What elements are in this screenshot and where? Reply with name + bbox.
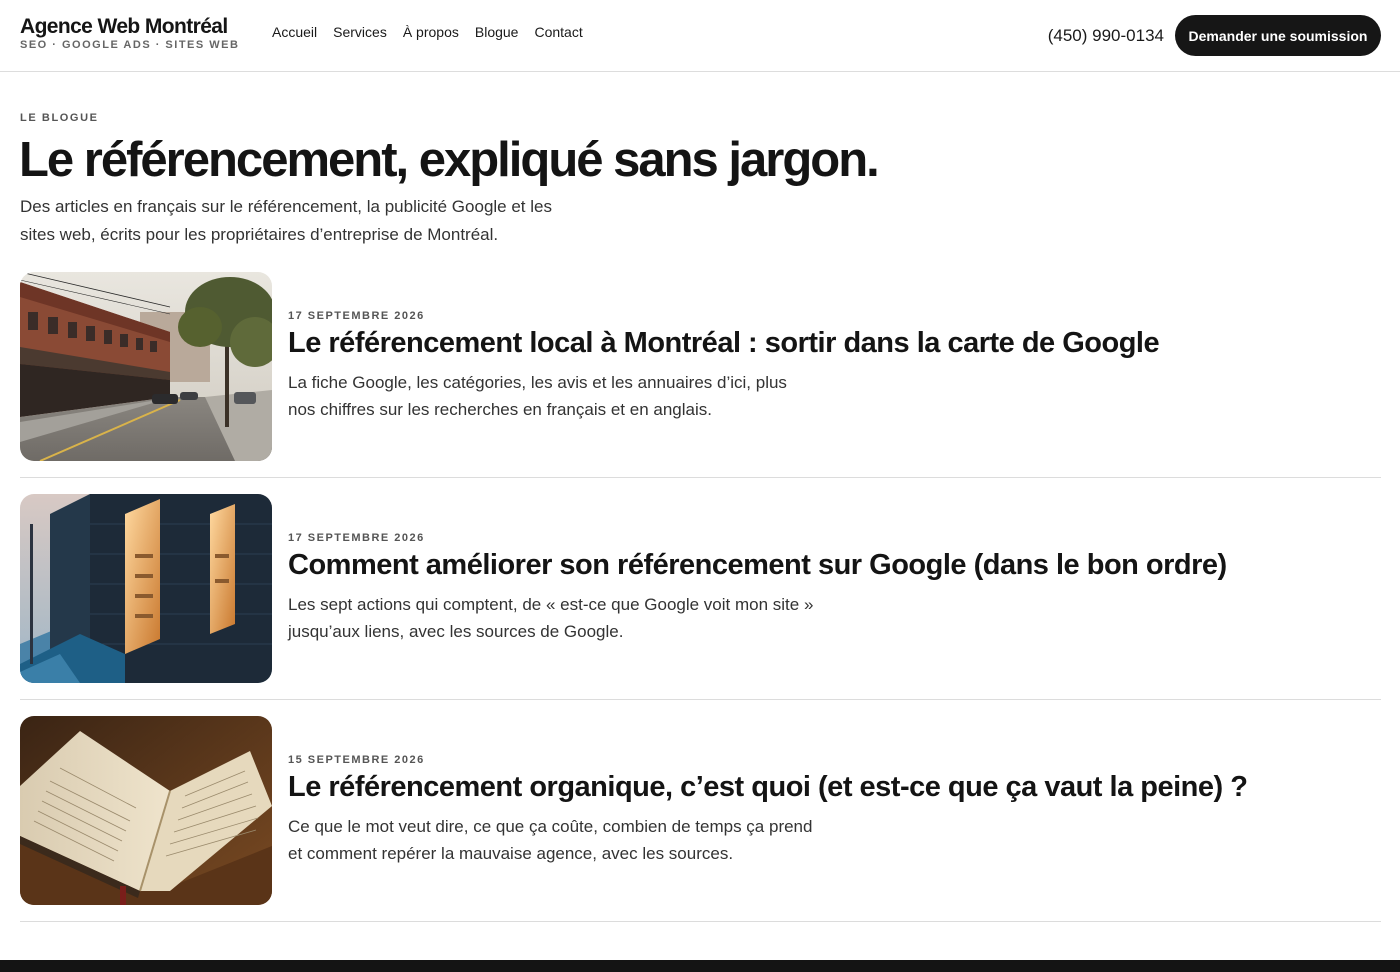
street-photo-icon[interactable] <box>20 272 272 461</box>
article-date: 17 SEPTEMBRE 2026 <box>288 532 425 544</box>
brand-logo[interactable]: Agence Web Montréal SEO · GOOGLE ADS · S… <box>20 14 239 52</box>
open-book-photo-icon[interactable] <box>20 716 272 905</box>
article-card[interactable]: 15 SEPTEMBRE 2026 Le référencement organ… <box>20 716 1381 922</box>
article-excerpt: Les sept actions qui comptent, de « est-… <box>288 595 814 641</box>
phone-link[interactable]: (450) 990-0134 <box>1048 26 1164 46</box>
article-excerpt: Ce que le mot veut dire, ce que ça coûte… <box>288 817 813 863</box>
page-lead: Des articles en français sur le référenc… <box>20 197 552 244</box>
brand-name: Agence Web Montréal <box>20 15 228 38</box>
request-quote-button[interactable]: Demander une soumission <box>1175 15 1381 56</box>
article-card[interactable]: 17 SEPTEMBRE 2026 Comment améliorer son … <box>20 494 1381 700</box>
article-title[interactable]: Comment améliorer son référencement sur … <box>288 548 1227 582</box>
storefront-photo-icon[interactable] <box>20 494 272 683</box>
article-title[interactable]: Le référencement local à Montréal : sort… <box>288 326 1160 360</box>
article-card[interactable]: 17 SEPTEMBRE 2026 Le référencement local… <box>20 272 1381 478</box>
article-title[interactable]: Le référencement organique, c’est quoi (… <box>288 770 1248 804</box>
nav-link-services[interactable]: Services <box>333 24 387 41</box>
nav-link-accueil[interactable]: Accueil <box>272 24 317 41</box>
article-excerpt: La fiche Google, les catégories, les avi… <box>288 373 787 419</box>
nav-link-blogue[interactable]: Blogue <box>475 24 519 41</box>
page-title: Le référencement, expliqué sans jargon. <box>19 133 880 187</box>
blog-eyebrow: LE BLOGUE <box>20 112 99 124</box>
nav-link-contact[interactable]: Contact <box>534 24 582 41</box>
footer-strip <box>0 960 1400 972</box>
main-nav: Accueil Services À propos Blogue Contact <box>272 24 599 41</box>
nav-link-a-propos[interactable]: À propos <box>403 24 459 41</box>
site-header: Agence Web Montréal SEO · GOOGLE ADS · S… <box>0 0 1400 72</box>
brand-tagline: SEO · GOOGLE ADS · SITES WEB <box>20 39 240 51</box>
article-date: 17 SEPTEMBRE 2026 <box>288 310 425 322</box>
article-date: 15 SEPTEMBRE 2026 <box>288 754 425 766</box>
